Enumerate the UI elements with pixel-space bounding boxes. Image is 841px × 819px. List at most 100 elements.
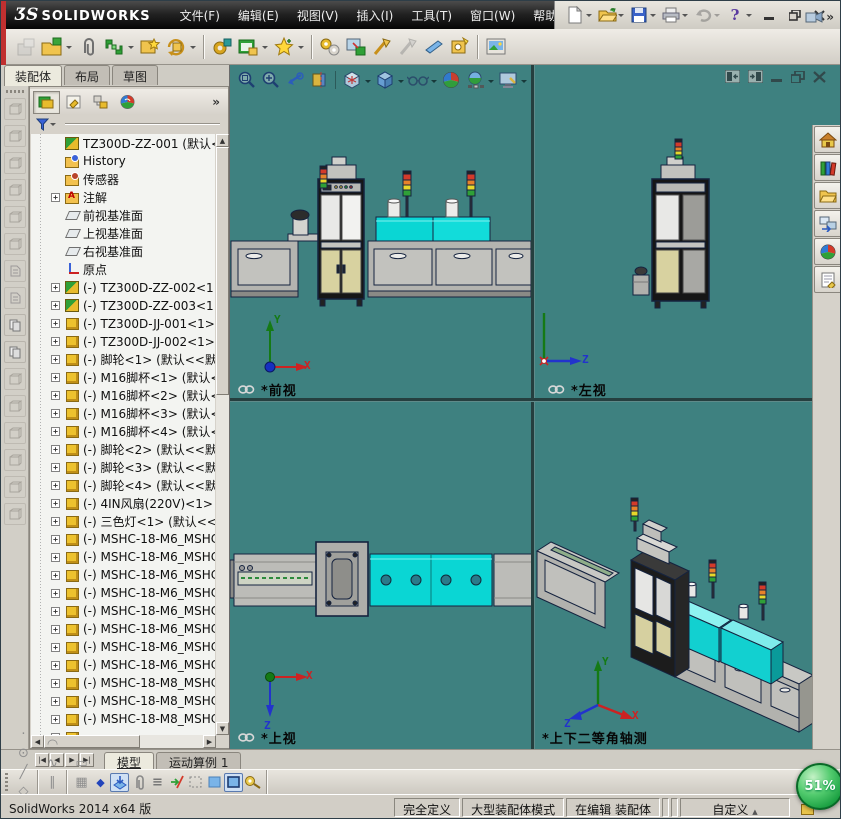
hide-show-dropdown-icon[interactable] <box>431 79 437 86</box>
tree-vertical-scrollbar[interactable]: ▲ ▼ <box>216 134 229 735</box>
apply-scene-dropdown-icon[interactable] <box>488 79 494 86</box>
tree-item[interactable]: + 前视基准面 <box>31 206 215 224</box>
view-settings-icon[interactable] <box>497 69 519 91</box>
scroll-thumb[interactable] <box>216 147 229 395</box>
expand-toggle-icon[interactable]: + <box>51 624 60 634</box>
toolbar-overflow[interactable]: » <box>805 9 834 25</box>
viewport-splitter-vertical[interactable] <box>531 65 535 749</box>
expand-toggle-icon[interactable]: + <box>51 462 60 472</box>
side-tool-icon[interactable] <box>3 125 26 147</box>
expand-toggle-icon[interactable]: + <box>51 660 60 670</box>
tree-item[interactable]: + 原点 <box>31 260 215 278</box>
side-tool-icon[interactable] <box>3 476 26 498</box>
view-orientation-dropdown-icon[interactable] <box>365 79 371 86</box>
hide-show-items-icon[interactable] <box>407 69 429 91</box>
expand-toggle-icon[interactable]: + <box>51 426 60 436</box>
restore-icon[interactable] <box>791 70 805 83</box>
tree-item[interactable]: + (-) MSHC-18-M8_MSHC-18-M <box>31 692 215 710</box>
tree-item[interactable]: + (-) MSHC-18-M6_MSHC-18-M <box>31 584 215 602</box>
expand-toggle-icon[interactable]: + <box>51 498 60 508</box>
side-tool-icon[interactable] <box>3 152 26 174</box>
tree-item[interactable]: + (-) MSHC-18-M6_MSHC-18-M <box>31 530 215 548</box>
tree-item[interactable]: + (-) TZ300D-ZZ-002<1> (默认 <box>31 278 215 296</box>
displaymanager-icon[interactable] <box>114 91 141 114</box>
measure-icon[interactable] <box>243 773 262 792</box>
tree-item[interactable]: + (-) M16脚杯<2> (默认<<默 <box>31 386 215 404</box>
sketch-tool-icon[interactable]: ⊙ <box>14 744 33 763</box>
sketch-tool-icon[interactable]: ╱ <box>14 763 33 782</box>
scroll-down-icon[interactable]: ▼ <box>216 722 229 735</box>
menu-window[interactable]: 窗口(W) <box>461 2 524 29</box>
tree-item[interactable]: + (-) MSHC-18-M6_MSHC-18-M <box>31 656 215 674</box>
tree-item[interactable]: + (-) 三色灯<1> (默认<<默 <box>31 512 215 530</box>
large-design-review-icon[interactable] <box>421 34 447 60</box>
tree-item[interactable]: + 注解 <box>31 188 215 206</box>
tree-item[interactable]: + (-) MSHC-18-M6_MSHC-18-M <box>31 566 215 584</box>
side-tool-icon[interactable] <box>3 98 26 120</box>
new-dropdown-icon[interactable] <box>586 14 592 20</box>
viewport-splitter-horizontal[interactable] <box>230 398 813 402</box>
expand-toggle-icon[interactable]: + <box>51 678 60 688</box>
new-document-icon[interactable] <box>565 5 585 25</box>
featuremanager-tree-icon[interactable] <box>33 90 60 114</box>
home-icon[interactable] <box>814 126 840 153</box>
tree-item[interactable]: + (-) MSHC-18-M6_MSHC-18-M <box>31 548 215 566</box>
expand-toggle-icon[interactable]: + <box>51 714 60 724</box>
expand-toggle-icon[interactable]: + <box>51 372 60 382</box>
expand-toggle-icon[interactable]: + <box>51 642 60 652</box>
side-tool-icon[interactable] <box>3 422 26 444</box>
menu-view[interactable]: 视图(V) <box>288 2 348 29</box>
new-window-icon[interactable] <box>235 34 261 60</box>
tab-motion-study[interactable]: 运动算例 1 <box>156 752 242 770</box>
side-tool-icon[interactable] <box>3 233 26 255</box>
tree-item[interactable]: + (-) MSHC-18-M6_MSHC-18-M <box>31 602 215 620</box>
filter-dropdown-icon[interactable] <box>50 123 56 129</box>
menu-edit[interactable]: 编辑(E) <box>229 2 288 29</box>
menu-tools[interactable]: 工具(T) <box>402 2 461 29</box>
featuremanager-overflow[interactable]: » <box>212 95 220 109</box>
sketch-tool-icon[interactable]: ▭ <box>72 754 91 773</box>
insert-component-icon[interactable] <box>13 34 39 60</box>
expand-toggle-icon[interactable]: + <box>51 606 60 616</box>
side-tool-icon[interactable] <box>3 260 26 282</box>
custom-properties-icon[interactable] <box>814 266 840 293</box>
close-icon[interactable] <box>813 70 826 83</box>
sketch-plane-icon[interactable] <box>110 772 129 792</box>
zoom-fit-icon[interactable] <box>236 69 258 91</box>
expand-toggle-icon[interactable]: + <box>51 444 60 454</box>
tab-assembly[interactable]: 装配体 <box>4 65 63 86</box>
component-pattern-icon[interactable] <box>317 34 343 60</box>
attachment-icon[interactable] <box>129 773 148 792</box>
expand-toggle-icon[interactable]: + <box>51 336 60 346</box>
sketch-tool-icon[interactable]: ∥ <box>43 773 62 792</box>
new-window-dropdown-icon[interactable] <box>262 45 268 52</box>
save-dropdown-icon[interactable] <box>650 14 656 20</box>
menu-insert[interactable]: 插入(I) <box>347 2 402 29</box>
expand-toggle-icon[interactable]: + <box>51 408 60 418</box>
tree-item[interactable]: + (-) 脚轮<2> (默认<<默认> <box>31 440 215 458</box>
expand-toggle-icon[interactable]: + <box>51 390 60 400</box>
open-component-dropdown-icon[interactable] <box>66 45 72 52</box>
display-style-icon[interactable] <box>374 69 396 91</box>
shaded-icon[interactable] <box>205 773 224 792</box>
tree-item[interactable]: + (-) 脚轮<1> (默认<<默认> <box>31 350 215 368</box>
tab-layout[interactable]: 布局 <box>64 65 111 85</box>
tree-item[interactable]: + 传感器 <box>31 170 215 188</box>
side-tool-icon[interactable] <box>3 206 26 228</box>
open-component-icon[interactable] <box>39 34 65 60</box>
expand-toggle-icon[interactable]: + <box>51 570 60 580</box>
assembly-features-icon[interactable] <box>209 34 235 60</box>
restore-icon[interactable] <box>784 6 805 24</box>
filter-funnel-icon[interactable] <box>36 118 49 131</box>
expand-toggle-icon[interactable]: + <box>51 300 60 310</box>
smart-components-dropdown-icon[interactable] <box>298 45 304 52</box>
view-settings-dropdown-icon[interactable] <box>521 79 527 86</box>
expand-toggle-icon[interactable]: + <box>51 552 60 562</box>
file-explorer-icon[interactable] <box>814 182 840 209</box>
rotate-component-dropdown-icon[interactable] <box>190 45 196 52</box>
tree-item[interactable]: + (-) M16脚杯<4> (默认<<默 <box>31 422 215 440</box>
instant3d-icon[interactable] <box>447 34 473 60</box>
undo-icon[interactable] <box>693 5 713 25</box>
photoview-icon[interactable] <box>483 34 509 60</box>
sketch-tool-icon[interactable]: · <box>14 725 33 744</box>
